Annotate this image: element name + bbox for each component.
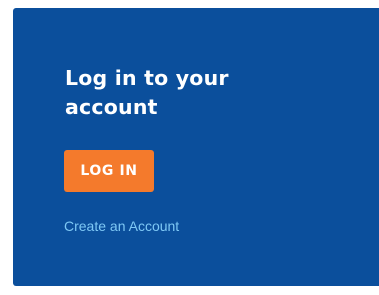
- log-in-button[interactable]: LOG IN: [64, 150, 154, 192]
- log-in-button-label: LOG IN: [80, 163, 138, 179]
- create-account-link[interactable]: Create an Account: [64, 218, 179, 234]
- login-card: Log in to your account LOG IN Create an …: [13, 8, 379, 286]
- login-heading: Log in to your account: [65, 66, 229, 119]
